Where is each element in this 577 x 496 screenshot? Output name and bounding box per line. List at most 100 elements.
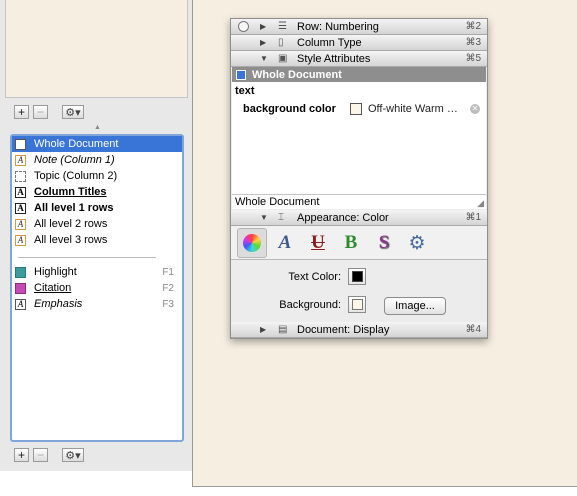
a-style-icon: A bbox=[15, 218, 26, 230]
teal-swatch-icon bbox=[15, 266, 26, 278]
list-divider bbox=[18, 257, 156, 258]
style-item-note[interactable]: A Note (Column 1) bbox=[12, 152, 182, 168]
font-icon[interactable]: A bbox=[270, 228, 300, 258]
background-color-fill bbox=[351, 299, 363, 310]
gear-icon[interactable]: ⚙ bbox=[402, 228, 432, 258]
column-type-icon: ▯ bbox=[278, 37, 284, 48]
color-panel: Text Color: Background: Image... bbox=[231, 260, 487, 322]
styles-sidebar: + − ⚙▾ ▲ Whole Document A Note (Column 1… bbox=[0, 0, 192, 471]
row-numbering-icon: ☰ bbox=[278, 21, 287, 32]
style-item-column-titles[interactable]: A Column Titles bbox=[12, 184, 182, 200]
sidebar-preview-area bbox=[5, 0, 188, 98]
style-item-label: All level 1 rows bbox=[34, 202, 114, 214]
attribute-list[interactable]: text background color Off-white Warm … ✕ bbox=[232, 82, 486, 194]
style-item-label: All level 2 rows bbox=[34, 218, 108, 230]
attribute-row[interactable]: background color Off-white Warm … ✕ bbox=[243, 101, 482, 117]
attribute-name: background color bbox=[243, 103, 336, 115]
style-item-label: Emphasis bbox=[34, 298, 83, 310]
named-style-highlight[interactable]: Highlight F1 bbox=[12, 264, 182, 280]
disclosure-down-icon[interactable]: ▼ bbox=[260, 213, 268, 222]
section-title: Document: Display bbox=[297, 323, 390, 336]
text-color-label: Text Color: bbox=[288, 271, 341, 283]
a-style-icon: A bbox=[15, 154, 26, 166]
style-item-label: All level 3 rows bbox=[34, 234, 108, 246]
style-item-label: Topic (Column 2) bbox=[34, 170, 118, 182]
inspector-palette: ▶ ☰ Row: Numbering ⌘2 ▶ ▯ Column Type ⌘3… bbox=[230, 18, 488, 339]
style-item-label: Citation bbox=[34, 282, 72, 294]
background-color-well[interactable] bbox=[348, 296, 366, 313]
style-header-label: Whole Document bbox=[252, 68, 342, 81]
text-color-well[interactable] bbox=[348, 268, 366, 285]
text-color-fill bbox=[351, 271, 363, 282]
named-style-citation[interactable]: Citation F2 bbox=[12, 280, 182, 296]
remove-style-button[interactable]: − bbox=[33, 448, 48, 462]
background-label: Background: bbox=[279, 299, 341, 311]
style-icon bbox=[236, 69, 246, 80]
action-menu-button[interactable]: ⚙▾ bbox=[62, 105, 84, 119]
style-item-level-3[interactable]: A All level 3 rows bbox=[12, 232, 182, 248]
dashed-box-icon bbox=[15, 170, 26, 182]
disclosure-right-icon[interactable]: ▶ bbox=[260, 38, 266, 47]
shortcut-label: ⌘4 bbox=[465, 324, 481, 335]
disclosure-right-icon[interactable]: ▶ bbox=[260, 22, 266, 31]
add-button[interactable]: + bbox=[14, 105, 29, 119]
document-icon: ▤ bbox=[278, 324, 288, 335]
purple-swatch-icon bbox=[15, 282, 26, 294]
bold-a-icon: A bbox=[15, 186, 26, 198]
top-button-bar: + − ⚙▾ bbox=[14, 103, 84, 121]
shortcut-label: ⌘2 bbox=[465, 21, 481, 32]
appearance-icon: ⌶ bbox=[278, 212, 284, 223]
a-style-icon: A bbox=[15, 234, 26, 246]
bold-icon[interactable]: B bbox=[336, 228, 366, 258]
remove-button[interactable]: − bbox=[33, 105, 48, 119]
style-item-topic[interactable]: Topic (Column 2) bbox=[12, 168, 182, 184]
resize-grip-icon[interactable]: ◢ bbox=[477, 198, 484, 209]
attribute-value: Off-white Warm … bbox=[368, 103, 458, 115]
shortcut-label: F1 bbox=[162, 266, 174, 278]
shortcut-label: F3 bbox=[162, 298, 174, 310]
shadow-s-icon[interactable]: S bbox=[369, 228, 399, 258]
color-swatch bbox=[350, 103, 362, 115]
style-footer: Whole Document ◢ bbox=[232, 194, 486, 209]
section-title: Column Type bbox=[297, 36, 362, 49]
disclosure-down-icon[interactable]: ▼ bbox=[260, 54, 268, 63]
style-item-label: Note (Column 1) bbox=[34, 154, 115, 166]
add-style-button[interactable]: + bbox=[14, 448, 29, 462]
shortcut-label: F2 bbox=[162, 282, 174, 294]
remove-attribute-icon[interactable]: ✕ bbox=[470, 104, 480, 114]
shortcut-label: ⌘5 bbox=[465, 53, 481, 64]
image-button[interactable]: Image... bbox=[384, 297, 446, 315]
style-footer-label: Whole Document bbox=[235, 196, 320, 208]
section-column-type[interactable]: ▶ ▯ Column Type ⌘3 bbox=[231, 35, 487, 51]
style-attributes-icon: ▣ bbox=[278, 53, 288, 64]
plain-box-icon bbox=[15, 138, 26, 150]
appearance-tabs: A U B S ⚙ bbox=[231, 226, 487, 260]
named-style-emphasis[interactable]: A Emphasis F3 bbox=[12, 296, 182, 312]
section-document-display[interactable]: ▶ ▤ Document: Display ⌘4 bbox=[231, 322, 487, 338]
close-icon[interactable] bbox=[238, 21, 249, 32]
shortcut-label: ⌘3 bbox=[465, 37, 481, 48]
style-item-whole-document[interactable]: Whole Document bbox=[12, 136, 182, 152]
style-item-level-1[interactable]: A All level 1 rows bbox=[12, 200, 182, 216]
style-header: Whole Document bbox=[232, 67, 486, 82]
section-appearance-color[interactable]: ▼ ⌶ Appearance: Color ⌘1 bbox=[231, 210, 487, 226]
section-title: Style Attributes bbox=[297, 52, 371, 65]
bold-a-icon: A bbox=[15, 202, 26, 214]
style-item-label: Column Titles bbox=[34, 186, 107, 198]
style-item-label: Highlight bbox=[34, 266, 77, 278]
section-title: Row: Numbering bbox=[297, 20, 379, 33]
attribute-group-label: text bbox=[235, 85, 255, 97]
section-title: Appearance: Color bbox=[297, 211, 389, 224]
disclosure-right-icon[interactable]: ▶ bbox=[260, 325, 266, 334]
split-handle-icon[interactable]: ▲ bbox=[94, 124, 101, 131]
section-row-numbering[interactable]: ▶ ☰ Row: Numbering ⌘2 bbox=[231, 19, 487, 35]
style-list[interactable]: Whole Document A Note (Column 1) Topic (… bbox=[10, 134, 184, 442]
style-item-label: Whole Document bbox=[34, 138, 119, 150]
section-style-attributes[interactable]: ▼ ▣ Style Attributes ⌘5 bbox=[231, 51, 487, 67]
style-action-menu-button[interactable]: ⚙▾ bbox=[62, 448, 84, 462]
a-style-icon: A bbox=[15, 298, 26, 310]
underline-strike-icon[interactable]: U bbox=[303, 228, 333, 258]
style-item-level-2[interactable]: A All level 2 rows bbox=[12, 216, 182, 232]
bottom-button-bar: + − ⚙▾ bbox=[14, 446, 84, 464]
color-wheel-icon[interactable] bbox=[237, 227, 267, 258]
